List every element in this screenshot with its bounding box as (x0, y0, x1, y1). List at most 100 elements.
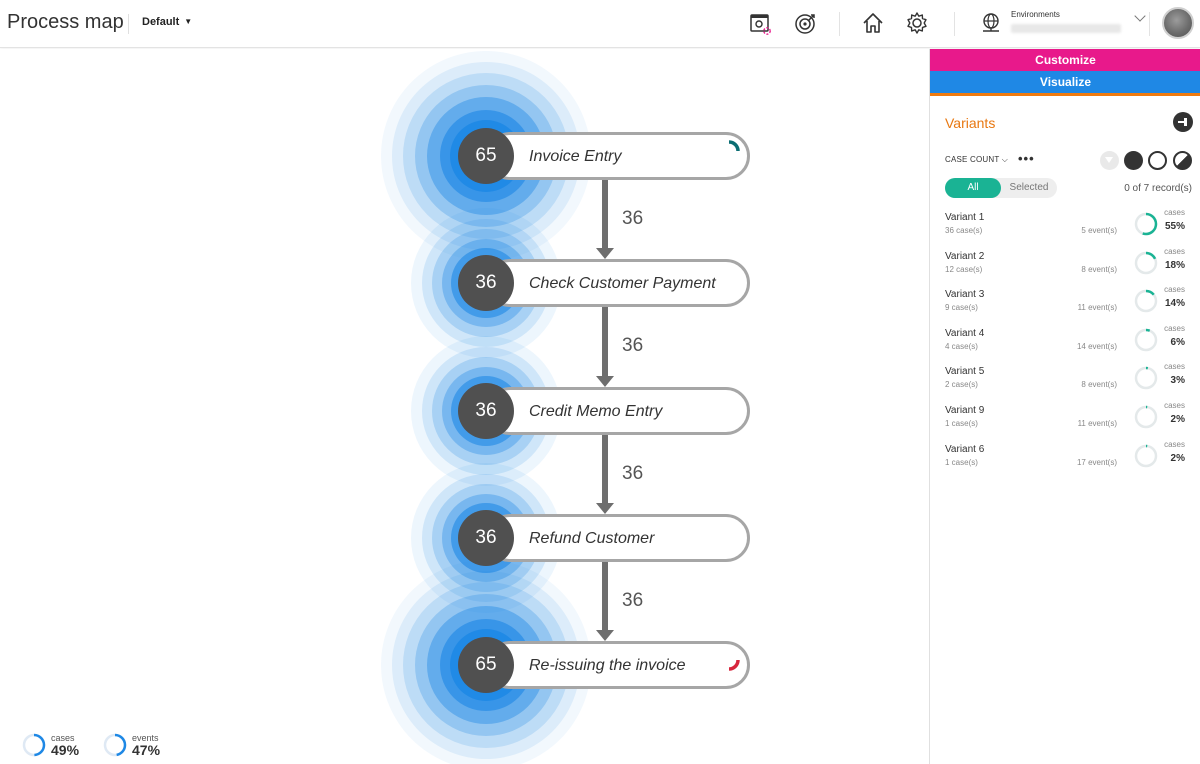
variant-row[interactable]: Variant 2 12 case(s) 8 event(s) cases 18% (930, 247, 1200, 289)
visualize-button[interactable]: Visualize (930, 71, 1200, 96)
variants-panel: Customize Visualize Variants CASE COUNT … (929, 49, 1200, 764)
filter-funnel-icon[interactable] (1100, 151, 1119, 170)
filled-circle-icon[interactable] (1124, 151, 1143, 170)
filter-selected-button[interactable]: Selected (1001, 178, 1057, 198)
variant-case-count: 36 case(s) (945, 226, 983, 235)
sort-dropdown[interactable]: CASE COUNT ⌵ (945, 155, 1008, 165)
title-divider (128, 14, 129, 34)
edge-count-label[interactable]: 36 (622, 590, 643, 612)
variant-filter-toggle: All Selected (945, 178, 1057, 198)
edge-count-label[interactable]: 36 (622, 208, 643, 230)
home-icon[interactable] (860, 10, 886, 36)
chevron-down-icon[interactable] (1134, 10, 1146, 22)
variant-row[interactable]: Variant 3 9 case(s) 11 event(s) cases 14% (930, 285, 1200, 327)
variant-name: Variant 3 (945, 289, 985, 301)
caret-down-icon: ▼ (184, 17, 193, 26)
variant-ring-label: cases (1164, 439, 1185, 449)
activity-node-re-issuing-invoice[interactable]: Re-issuing the invoice (486, 641, 750, 689)
variant-share-ring (1134, 405, 1158, 429)
environment-label: Environments (1011, 10, 1060, 19)
variant-case-count: 1 case(s) (945, 457, 978, 467)
edge-line[interactable] (602, 562, 608, 631)
environment-value[interactable] (1011, 24, 1121, 33)
variant-name: Variant 5 (945, 366, 985, 378)
gear-icon[interactable] (904, 10, 930, 36)
chevron-down-icon: ⌵ (1001, 155, 1009, 164)
header-divider (1149, 12, 1150, 36)
edge-count-label[interactable]: 36 (622, 463, 643, 485)
activity-count-badge[interactable]: 65 (458, 637, 514, 693)
variant-name: Variant 2 (945, 250, 985, 262)
sort-label: CASE COUNT (945, 155, 1000, 164)
events-coverage-value: 47% (132, 742, 161, 758)
events-coverage-ring (103, 733, 127, 757)
variant-case-count: 9 case(s) (945, 303, 978, 313)
cases-coverage-ring (22, 733, 46, 757)
activity-label: Invoice Entry (529, 148, 622, 165)
cases-coverage-value: 49% (51, 742, 80, 758)
activity-node-invoice-entry[interactable]: Invoice Entry (486, 132, 750, 180)
activity-label: Re-issuing the invoice (529, 657, 686, 674)
edge-line[interactable] (602, 180, 608, 249)
variant-name: Variant 1 (945, 212, 985, 223)
variant-row[interactable]: Variant 1 36 case(s) 5 event(s) cases 55% (930, 208, 1200, 250)
variant-share-ring (1134, 212, 1158, 236)
variant-ring-label: cases (1164, 285, 1185, 295)
edge-line[interactable] (602, 307, 608, 377)
variant-percentage: 14% (1164, 298, 1185, 310)
activity-node-credit-memo-entry[interactable]: Credit Memo Entry (486, 387, 750, 435)
variant-percentage: 2% (1170, 414, 1185, 425)
variant-case-count: 12 case(s) (945, 264, 983, 274)
variant-ring-label: cases (1164, 362, 1185, 372)
variant-row[interactable]: Variant 4 4 case(s) 14 event(s) cases 6% (930, 324, 1200, 366)
end-activity-icon (728, 659, 740, 671)
variant-case-count: 2 case(s) (945, 380, 978, 390)
variant-share-ring (1134, 328, 1158, 352)
top-bar: Process map Default ▼ Environments (0, 0, 1200, 48)
variant-percentage: 2% (1170, 452, 1185, 464)
more-options-button[interactable]: ••• (1018, 151, 1035, 166)
edge-line[interactable] (602, 435, 608, 504)
activity-node-check-customer-payment[interactable]: Check Customer Payment (486, 259, 750, 307)
arrow-head-icon (596, 503, 614, 514)
activity-count-badge[interactable]: 65 (458, 128, 514, 184)
report-settings-icon[interactable] (748, 10, 774, 36)
variant-share-ring (1134, 251, 1158, 274)
variant-share-ring (1134, 367, 1158, 390)
arrow-head-icon (596, 630, 614, 641)
outline-circle-icon[interactable] (1148, 151, 1167, 170)
variant-name: Variant 9 (945, 405, 985, 416)
avatar[interactable] (1162, 7, 1194, 39)
record-count: 0 of 7 record(s) (1124, 183, 1192, 194)
view-selector-label: Default (142, 16, 180, 28)
activity-count-badge[interactable]: 36 (458, 510, 514, 566)
edge-count-label[interactable]: 36 (622, 335, 643, 357)
environment-globe-icon (983, 13, 999, 32)
variant-percentage: 55% (1164, 221, 1185, 232)
pin-icon[interactable] (1173, 112, 1193, 132)
variant-ring-label: cases (1164, 401, 1185, 410)
view-selector[interactable]: Default ▼ (142, 16, 192, 28)
process-map-canvas[interactable]: 36 36 36 36 Invoice Entry 65 Check Customer Pa… (0, 49, 929, 764)
variant-case-count: 1 case(s) (945, 419, 978, 428)
variant-event-count: 11 event(s) (1077, 303, 1117, 313)
variant-share-ring (1134, 444, 1158, 467)
variant-percentage: 3% (1170, 375, 1185, 387)
arrow-head-icon (596, 376, 614, 387)
arrow-head-icon (596, 248, 614, 259)
activity-count-badge[interactable]: 36 (458, 383, 514, 439)
filter-all-button[interactable]: All (945, 178, 1001, 198)
variant-share-ring (1134, 289, 1158, 313)
variant-row[interactable]: Variant 5 2 case(s) 8 event(s) cases 3% (930, 362, 1200, 404)
activity-node-refund-customer[interactable]: Refund Customer (486, 514, 750, 562)
activity-count-badge[interactable]: 36 (458, 255, 514, 311)
variant-name: Variant 6 (945, 443, 985, 455)
target-icon[interactable] (792, 10, 818, 36)
customize-button[interactable]: Customize (930, 49, 1200, 71)
activity-label: Credit Memo Entry (529, 403, 663, 420)
half-circle-icon[interactable] (1173, 151, 1192, 170)
variant-row[interactable]: Variant 6 1 case(s) 17 event(s) cases 2% (930, 440, 1200, 482)
variant-percentage: 18% (1164, 259, 1185, 271)
variant-row[interactable]: Variant 9 1 case(s) 11 event(s) cases 2% (930, 401, 1200, 443)
page-title: Process map (7, 11, 124, 33)
